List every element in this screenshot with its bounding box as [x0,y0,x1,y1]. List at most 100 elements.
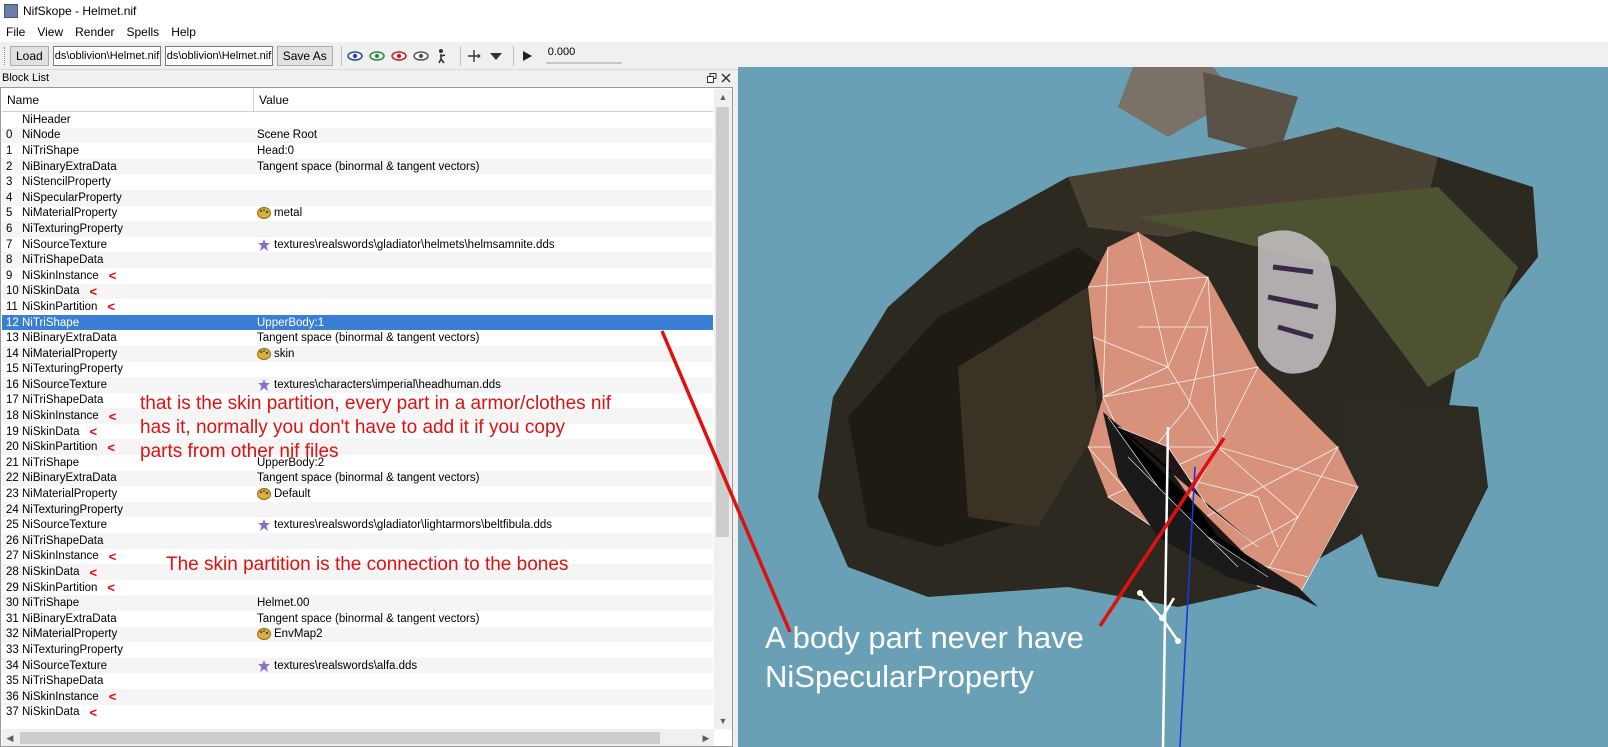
menu-spells[interactable]: Spells [121,22,166,42]
row-value-text: EnvMap2 [274,628,323,641]
row-name-cell: 1 NiTriShape [2,145,255,157]
save-path-input[interactable]: ds\oblivion\Helmet.nif [164,46,273,66]
row-index: 19 [6,425,19,438]
dock-close-icon[interactable] [719,71,733,85]
row-name-cell: 25 NiSourceTexture [2,519,255,531]
row-name-cell: 5 NiMaterialProperty [2,207,255,219]
row-block-type: NiTexturingProperty [22,363,123,376]
row-name-cell: 9 NiSkinInstance < [2,268,255,283]
row-name-cell: 32 NiMaterialProperty [2,628,255,640]
menu-file[interactable]: File [0,22,31,42]
column-header-value[interactable]: Value [254,89,713,111]
row-value-text: Tangent space (binormal & tangent vector… [257,332,480,345]
menu-help[interactable]: Help [165,22,202,42]
table-row[interactable]: 34 NiSourceTexture textures\realswords\alf… [2,657,713,674]
table-row[interactable]: 4 NiSpecularProperty [2,189,713,206]
scroll-up-arrow-icon[interactable]: ▲ [714,89,732,105]
view-user-eye-icon[interactable] [412,47,430,65]
palette-icon [257,207,271,220]
row-name-cell: 8 NiTriShapeData [2,254,255,266]
menu-render[interactable]: Render [69,22,120,42]
horizontal-scroll-thumb[interactable] [20,732,660,744]
table-row[interactable]: 2 NiBinaryExtraData Tangent space (binorma… [2,158,713,175]
table-row[interactable]: 7 NiSourceTexture textures\realswords\glad… [2,237,713,253]
table-row[interactable]: 5 NiMaterialProperty metal [2,206,713,222]
table-row[interactable]: 22 NiBinaryExtraData Tangent space (binorm… [2,470,713,487]
table-row[interactable]: 12 NiTriShape UpperBody:1 [2,314,713,331]
table-row[interactable]: 16 NiSourceTexture textures\characters\imp… [2,377,713,393]
row-value-text: skin [274,347,295,360]
view-menu-dropdown-icon[interactable] [487,47,505,65]
row-index: 0 [6,129,13,142]
row-index: 21 [6,456,19,469]
table-row[interactable]: 23 NiMaterialProperty Default [2,486,713,502]
table-row[interactable]: 3 NiStencilProperty [2,174,713,190]
table-row[interactable]: 31 NiBinaryExtraData Tangent space (binorm… [2,611,713,627]
table-row[interactable]: 0 NiNode Scene Root [2,127,713,144]
row-block-type: NiSkinPartition [22,441,98,454]
row-value-text: textures\realswords\alfa.dds [274,659,418,672]
table-row[interactable]: 24 NiTexturingProperty [2,501,713,518]
row-name-cell: 33 NiTexturingProperty [2,644,255,656]
row-block-type: NiSkinData [22,425,80,438]
horizontal-scrollbar[interactable]: ◀ ▶ [2,729,714,746]
scroll-left-arrow-icon[interactable]: ◀ [2,729,18,746]
table-row[interactable]: 1 NiTriShape Head:0 [2,143,713,159]
table-row[interactable]: 6 NiTexturingProperty [2,221,713,237]
column-header-name[interactable]: Name [2,89,254,111]
row-index: 1 [6,144,13,157]
annotation-marker: < [108,689,117,705]
table-row[interactable]: 35 NiTriShapeData [2,673,713,689]
table-row[interactable]: 37 NiSkinData < [2,705,713,721]
row-block-type: NiTexturingProperty [22,222,123,235]
table-row[interactable]: 32 NiMaterialProperty EnvMap2 [2,626,713,643]
table-row[interactable]: 13 NiBinaryExtraData Tangent space (binorm… [2,330,713,346]
row-index: 24 [6,503,19,516]
menu-view[interactable]: View [31,22,69,42]
view-top-eye-icon[interactable] [346,47,364,65]
row-name-cell: 16 NiSourceTexture [2,379,255,391]
save-as-button[interactable]: Save As [276,46,333,66]
table-row[interactable]: 9 NiSkinInstance < [2,268,713,284]
time-slider[interactable]: 0.000 [542,46,622,66]
view-side-eye-icon[interactable] [390,47,408,65]
row-name-cell: 13 NiBinaryExtraData [2,332,255,344]
row-value-cell: Default [255,488,713,501]
play-icon[interactable] [518,47,536,65]
load-button[interactable]: Load [10,46,49,66]
table-row[interactable]: 10 NiSkinData < [2,283,713,300]
table-row[interactable]: 30 NiTriShape Helmet.00 [2,595,713,611]
render-viewport[interactable]: A body part never have NiSpecularPropert… [738,67,1608,747]
walk-mode-icon[interactable] [434,47,452,65]
table-row[interactable]: 29 NiSkinPartition < [2,580,713,596]
table-row[interactable]: 26 NiTriShapeData [2,533,713,549]
row-block-type: NiMaterialProperty [22,347,118,360]
view-front-eye-icon[interactable] [368,47,386,65]
window-title: NifSkope - Helmet.nif [23,4,137,18]
body-caption-line-2: NiSpecularProperty [765,659,1034,694]
load-path-input[interactable]: ds\oblivion\Helmet.nif [52,46,161,66]
row-value-text: Default [274,488,311,501]
dock-float-icon[interactable] [705,71,719,85]
table-row[interactable]: NiHeader [2,112,713,128]
vertical-scroll-thumb[interactable] [716,107,729,537]
time-slider-track[interactable] [545,62,622,64]
table-row[interactable]: 14 NiMaterialProperty skin [2,345,713,362]
table-row[interactable]: 11 NiSkinPartition < [2,299,713,315]
vertical-scrollbar[interactable]: ▲ ▼ [714,89,732,729]
table-row[interactable]: 25 NiSourceTexture textures\realswords\gla… [2,517,713,533]
row-value-cell: Tangent space (binormal & tangent vector… [255,472,713,484]
annotation-marker: < [107,580,116,596]
toolbar-grip[interactable] [4,47,8,65]
table-row[interactable]: 15 NiTexturingProperty [2,362,713,378]
row-name-cell: 24 NiTexturingProperty [2,504,255,516]
scroll-right-arrow-icon[interactable]: ▶ [698,729,714,746]
table-row[interactable]: 36 NiSkinInstance < [2,688,713,705]
row-name-cell: NiHeader [2,114,255,126]
row-index: 15 [6,363,19,376]
table-row[interactable]: 33 NiTexturingProperty [2,642,713,658]
table-row[interactable]: 8 NiTriShapeData [2,252,713,268]
scroll-down-arrow-icon[interactable]: ▼ [714,713,732,729]
row-name-cell: 10 NiSkinData < [2,284,255,299]
axes-icon[interactable] [465,47,483,65]
